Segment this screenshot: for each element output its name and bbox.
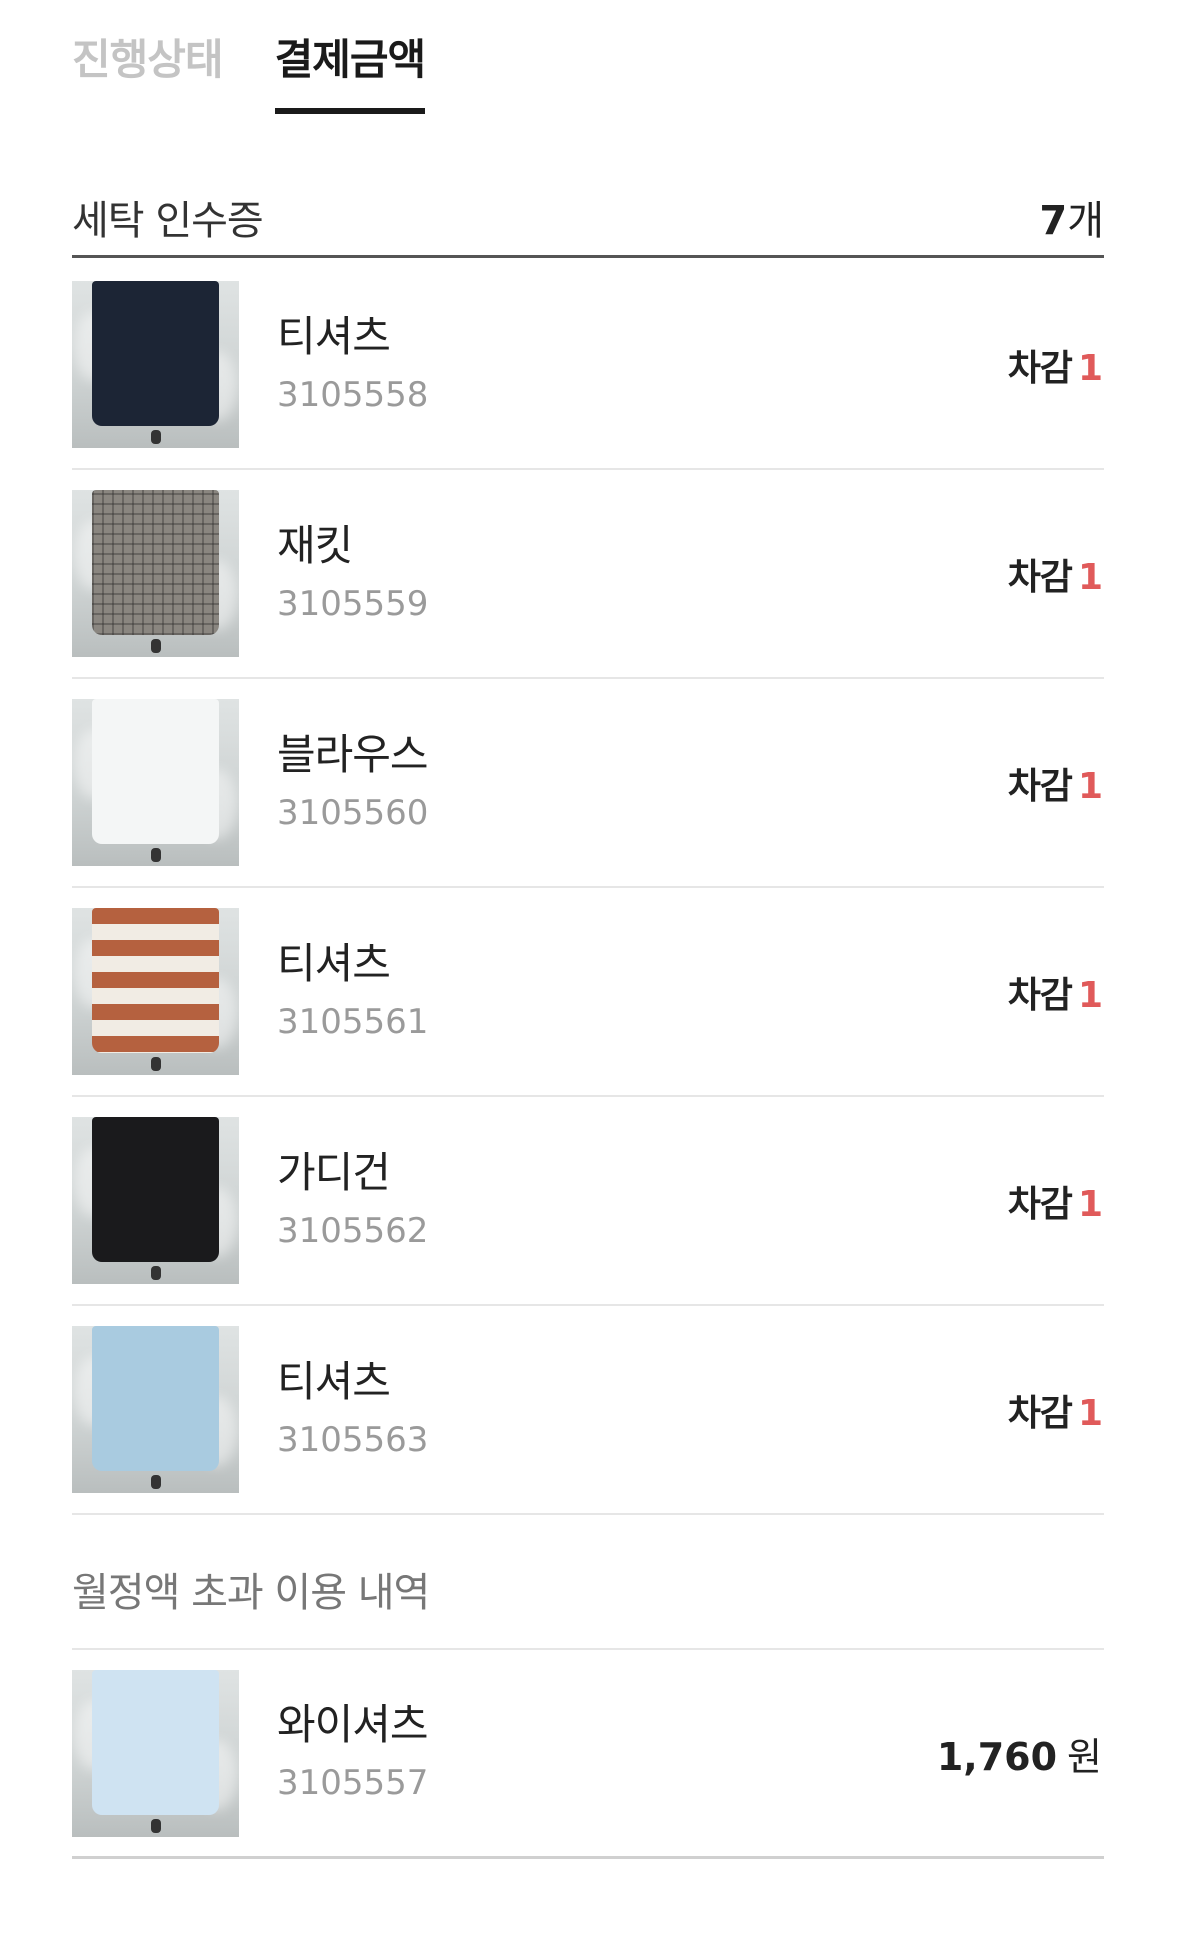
deduct-label: 차감: [1007, 1392, 1073, 1434]
item-code: 3105559: [277, 583, 429, 624]
list-item[interactable]: 재킷 3105559 차감 1: [72, 470, 1104, 679]
deduct-badge: 차감 1: [1007, 966, 1103, 1018]
deduct-label: 차감: [1007, 1183, 1073, 1225]
receipt-header: 세탁 인수증 7개: [72, 178, 1104, 258]
item-name: 와이셔츠: [277, 1700, 429, 1749]
deduct-badge: 차감 1: [1007, 1384, 1103, 1436]
item-name: 티셔츠: [277, 1356, 391, 1406]
garment-photo: [72, 908, 239, 1075]
receipt-title: 세탁 인수증: [72, 197, 264, 244]
receipt-count-unit: 개: [1067, 197, 1104, 244]
price-unit: 원: [1067, 1734, 1102, 1779]
receipt-count: 7개: [1039, 188, 1104, 246]
deduct-label: 차감: [1007, 765, 1073, 807]
overage-list: 와이셔츠 3105557 1,760 원: [72, 1648, 1104, 1859]
tab-progress-status[interactable]: 진행상태: [72, 24, 224, 108]
deduct-label: 차감: [1007, 556, 1073, 598]
price-amount: 1,760: [936, 1734, 1058, 1779]
list-item[interactable]: 티셔츠 3105563 차감 1: [72, 1306, 1104, 1515]
deduct-badge: 차감 1: [1007, 1175, 1103, 1227]
garment-photo: [72, 699, 239, 866]
garment-photo: [72, 490, 239, 657]
item-name: 가디건: [277, 1147, 391, 1197]
deduct-badge: 차감 1: [1007, 757, 1103, 809]
item-code: 3105560: [277, 792, 429, 833]
item-info: 블라우스 3105560: [277, 728, 1008, 838]
item-name: 티셔츠: [277, 311, 391, 361]
deduct-label: 차감: [1007, 974, 1073, 1016]
receipt-list: 티셔츠 3105558 차감 1 재킷 3105559 차감 1 블라우스 3105560 차감 1 티…: [72, 261, 1104, 1515]
item-code: 3105561: [277, 1001, 429, 1042]
deduct-badge: 차감 1: [1007, 339, 1103, 391]
deduct-value: 1: [1077, 1392, 1103, 1434]
item-code: 3105557: [277, 1763, 429, 1803]
item-info: 티셔츠 3105558: [277, 310, 1008, 420]
receipt-count-number: 7: [1039, 197, 1068, 244]
item-code: 3105558: [277, 374, 429, 415]
item-name: 티셔츠: [277, 938, 391, 988]
tab-payment-amount[interactable]: 결제금액: [274, 24, 426, 114]
list-item[interactable]: 가디건 3105562 차감 1: [72, 1097, 1104, 1306]
item-info: 재킷 3105559: [277, 519, 1008, 629]
deduct-value: 1: [1077, 765, 1103, 807]
item-code: 3105562: [277, 1210, 429, 1251]
item-info: 티셔츠 3105563: [277, 1355, 1008, 1465]
item-code: 3105563: [277, 1419, 429, 1460]
list-item[interactable]: 블라우스 3105560 차감 1: [72, 679, 1104, 888]
item-name: 블라우스: [277, 729, 429, 779]
item-info: 가디건 3105562: [277, 1146, 1008, 1256]
item-info: 티셔츠 3105561: [277, 937, 1008, 1047]
garment-photo: [72, 1117, 239, 1284]
list-item[interactable]: 티셔츠 3105558 차감 1: [72, 261, 1104, 470]
item-name: 재킷: [277, 520, 353, 570]
item-info: 와이셔츠 3105557: [277, 1698, 937, 1808]
deduct-value: 1: [1077, 974, 1103, 1016]
deduct-value: 1: [1077, 1183, 1103, 1225]
garment-photo: [72, 1326, 239, 1493]
deduct-badge: 차감 1: [1007, 548, 1103, 600]
list-item[interactable]: 와이셔츠 3105557 1,760 원: [72, 1650, 1104, 1859]
deduct-label: 차감: [1007, 347, 1073, 389]
deduct-value: 1: [1077, 556, 1103, 598]
payment-page: 진행상태 결제금액 세탁 인수증 7개 티셔츠 3105558 차감 1 재킷 31055…: [0, 0, 1179, 1933]
tab-bar: 진행상태 결제금액: [72, 24, 426, 114]
overage-title: 월정액 초과 이용 내역: [72, 1570, 430, 1616]
garment-photo: [72, 281, 239, 448]
list-item[interactable]: 티셔츠 3105561 차감 1: [72, 888, 1104, 1097]
garment-photo: [72, 1669, 239, 1837]
price: 1,760 원: [937, 1726, 1102, 1781]
deduct-value: 1: [1077, 347, 1103, 389]
